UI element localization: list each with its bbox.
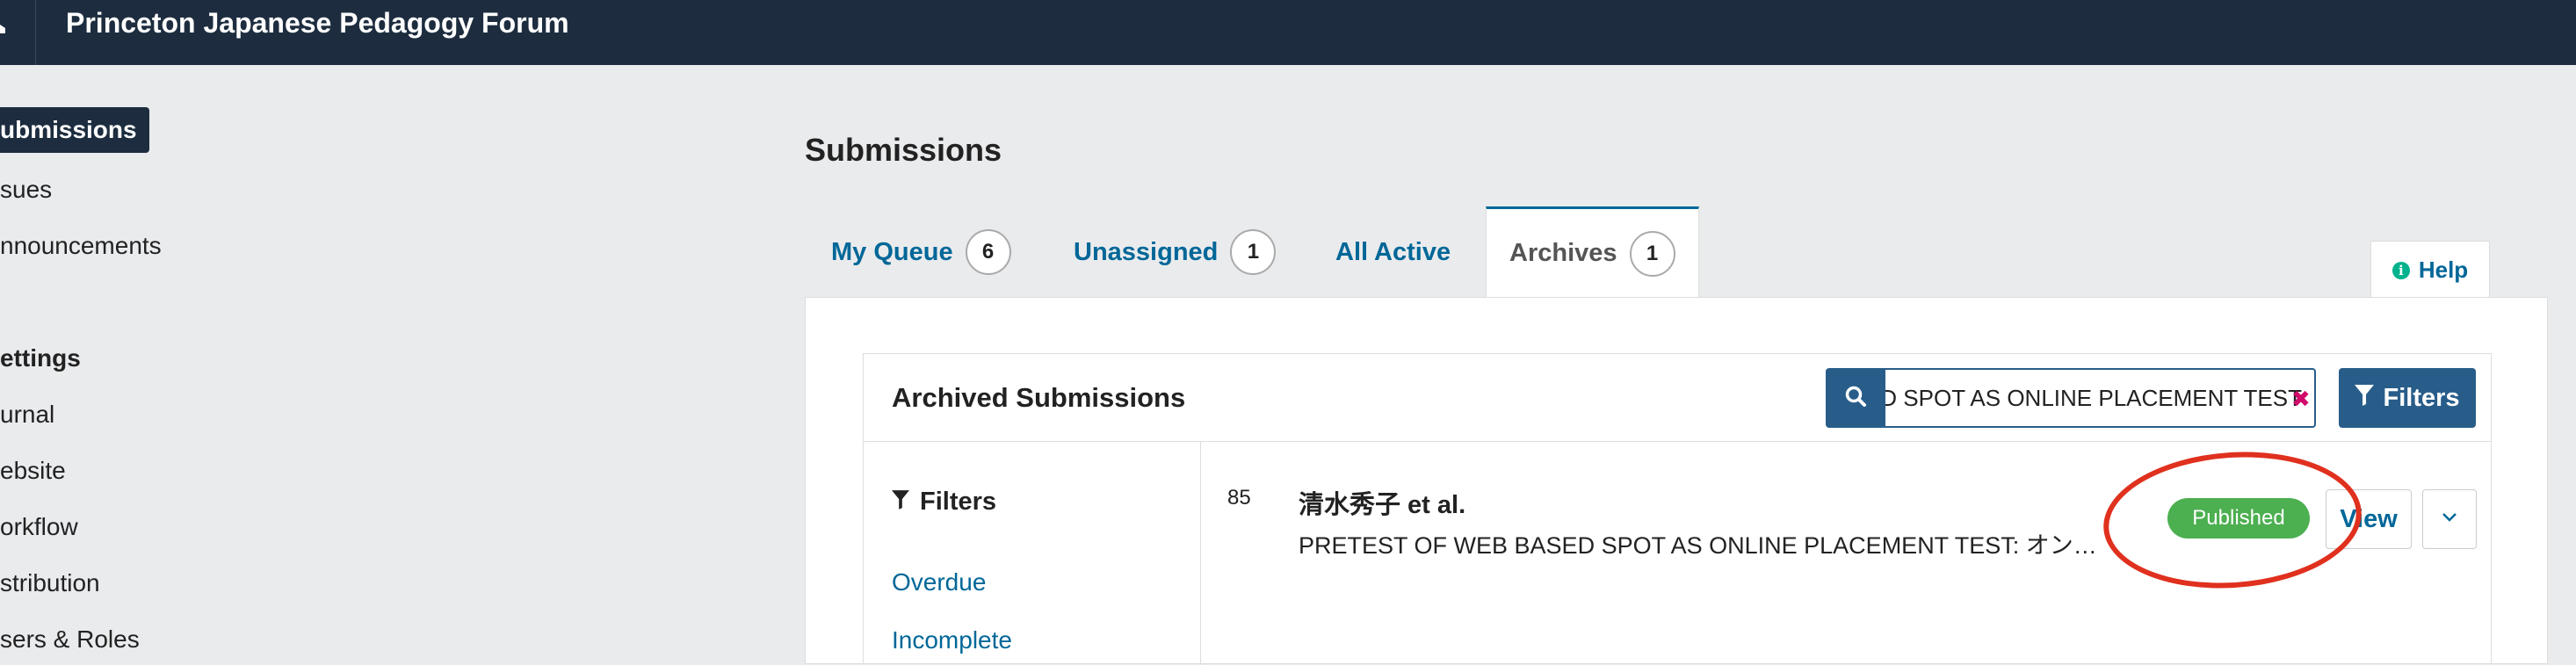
filters-button[interactable]: Filters (2339, 368, 2476, 428)
filter-icon (2355, 384, 2375, 413)
list-panel-header: Archived Submissions PRETEST OF WEB BASE… (864, 354, 2491, 442)
expand-button[interactable] (2422, 489, 2477, 549)
count-badge: 1 (1230, 229, 1277, 275)
tab-archives[interactable]: Archives 1 (1486, 206, 1699, 298)
sidebar-item-distribution[interactable]: stribution (0, 569, 100, 597)
sidebar-item-website[interactable]: ebsite (0, 457, 66, 485)
sidebar-item-issues[interactable]: sues (0, 176, 52, 204)
status-badge: Published (2167, 498, 2310, 539)
view-button[interactable]: View (2326, 489, 2412, 549)
home-icon[interactable] (0, 19, 7, 33)
tab-label: All Active (1335, 237, 1451, 266)
sidebar-nav: ubmissions sues nnouncements ettings urn… (0, 65, 228, 664)
sidebar-item-announcements[interactable]: nnouncements (0, 232, 162, 260)
filters-heading-label: Filters (920, 488, 997, 516)
tab-my-queue[interactable]: My Queue 6 (831, 206, 1011, 298)
help-button[interactable]: i Help (2370, 241, 2490, 299)
filter-overdue[interactable]: Overdue (892, 568, 986, 596)
top-bar: Princeton Japanese Pedagogy Forum (0, 0, 2576, 65)
site-title[interactable]: Princeton Japanese Pedagogy Forum (66, 7, 569, 40)
sidebar-item-submissions[interactable]: ubmissions (0, 107, 149, 153)
tab-label: Archives (1509, 239, 1617, 267)
filter-incomplete[interactable]: Incomplete (892, 626, 1012, 654)
archived-submissions-panel: Archived Submissions PRETEST OF WEB BASE… (863, 353, 2492, 665)
tab-label: My Queue (831, 237, 953, 266)
filters-heading: Filters (892, 488, 996, 517)
count-badge: 1 (1629, 230, 1675, 277)
tab-all-active[interactable]: All Active (1335, 206, 1451, 298)
search-icon (1844, 385, 1867, 412)
submission-id: 85 (1227, 486, 1251, 510)
sidebar-item-workflow[interactable]: orkflow (0, 513, 78, 541)
header-divider (35, 0, 36, 65)
count-badge: 6 (965, 229, 1011, 275)
sidebar-item-users-roles[interactable]: sers & Roles (0, 625, 140, 654)
sidebar-item-journal[interactable]: urnal (0, 401, 54, 429)
help-label: Help (2418, 257, 2469, 283)
search-button[interactable] (1826, 368, 1885, 428)
search-input[interactable]: PRETEST OF WEB BASED SPOT AS ONLINE PLAC… (1885, 368, 2316, 428)
submission-title[interactable]: PRETEST OF WEB BASED SPOT AS ONLINE PLAC… (1299, 526, 2116, 560)
sidebar-heading-settings: ettings (0, 344, 81, 372)
tab-unassigned[interactable]: Unassigned 1 (1074, 206, 1277, 298)
filters-button-label: Filters (2383, 383, 2460, 412)
info-icon: i (2391, 261, 2410, 279)
filter-icon (892, 488, 909, 517)
submission-author[interactable]: 清水秀子 et al. (1299, 484, 1465, 521)
tab-label: Unassigned (1074, 237, 1219, 266)
page-title: Submissions (805, 132, 1002, 168)
list-panel-title: Archived Submissions (892, 382, 1186, 413)
clear-icon[interactable]: ✖ (2291, 386, 2311, 413)
filters-sidebar: Filters Overdue Incomplete (864, 442, 1201, 665)
chevron-down-icon (2442, 511, 2457, 527)
